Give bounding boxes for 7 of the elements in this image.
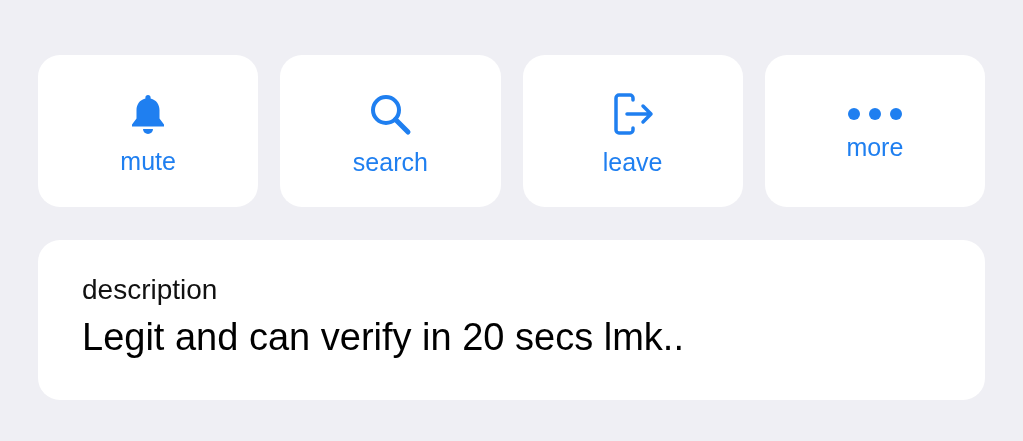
action-button[interactable]: mute	[38, 55, 259, 207]
action-button[interactable]: leave	[522, 55, 743, 207]
more-icon	[846, 106, 903, 121]
action-button[interactable]: more	[764, 55, 985, 207]
description-text: Legit and can verify in 20 secs lmk..	[82, 316, 685, 359]
description-label: description	[82, 274, 219, 306]
action-button[interactable]: search	[280, 55, 501, 207]
